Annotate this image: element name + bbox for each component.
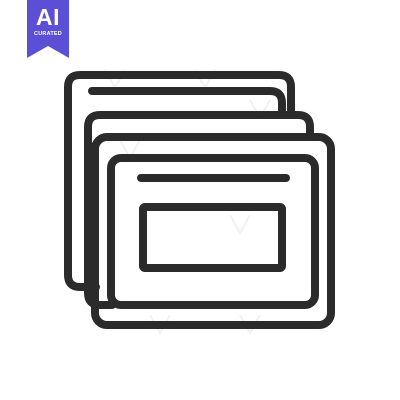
badge-main-label: AI (36, 4, 60, 30)
stacked-windows-icon (64, 71, 335, 329)
ai-curated-badge: AI CURATED (27, 0, 69, 58)
front-window-frame (91, 133, 335, 329)
back-window-bar (88, 87, 286, 116)
badge-sub-label: CURATED (34, 31, 62, 37)
front-window-content-box (139, 203, 286, 272)
icon-canvas: AI CURATED (0, 0, 400, 400)
